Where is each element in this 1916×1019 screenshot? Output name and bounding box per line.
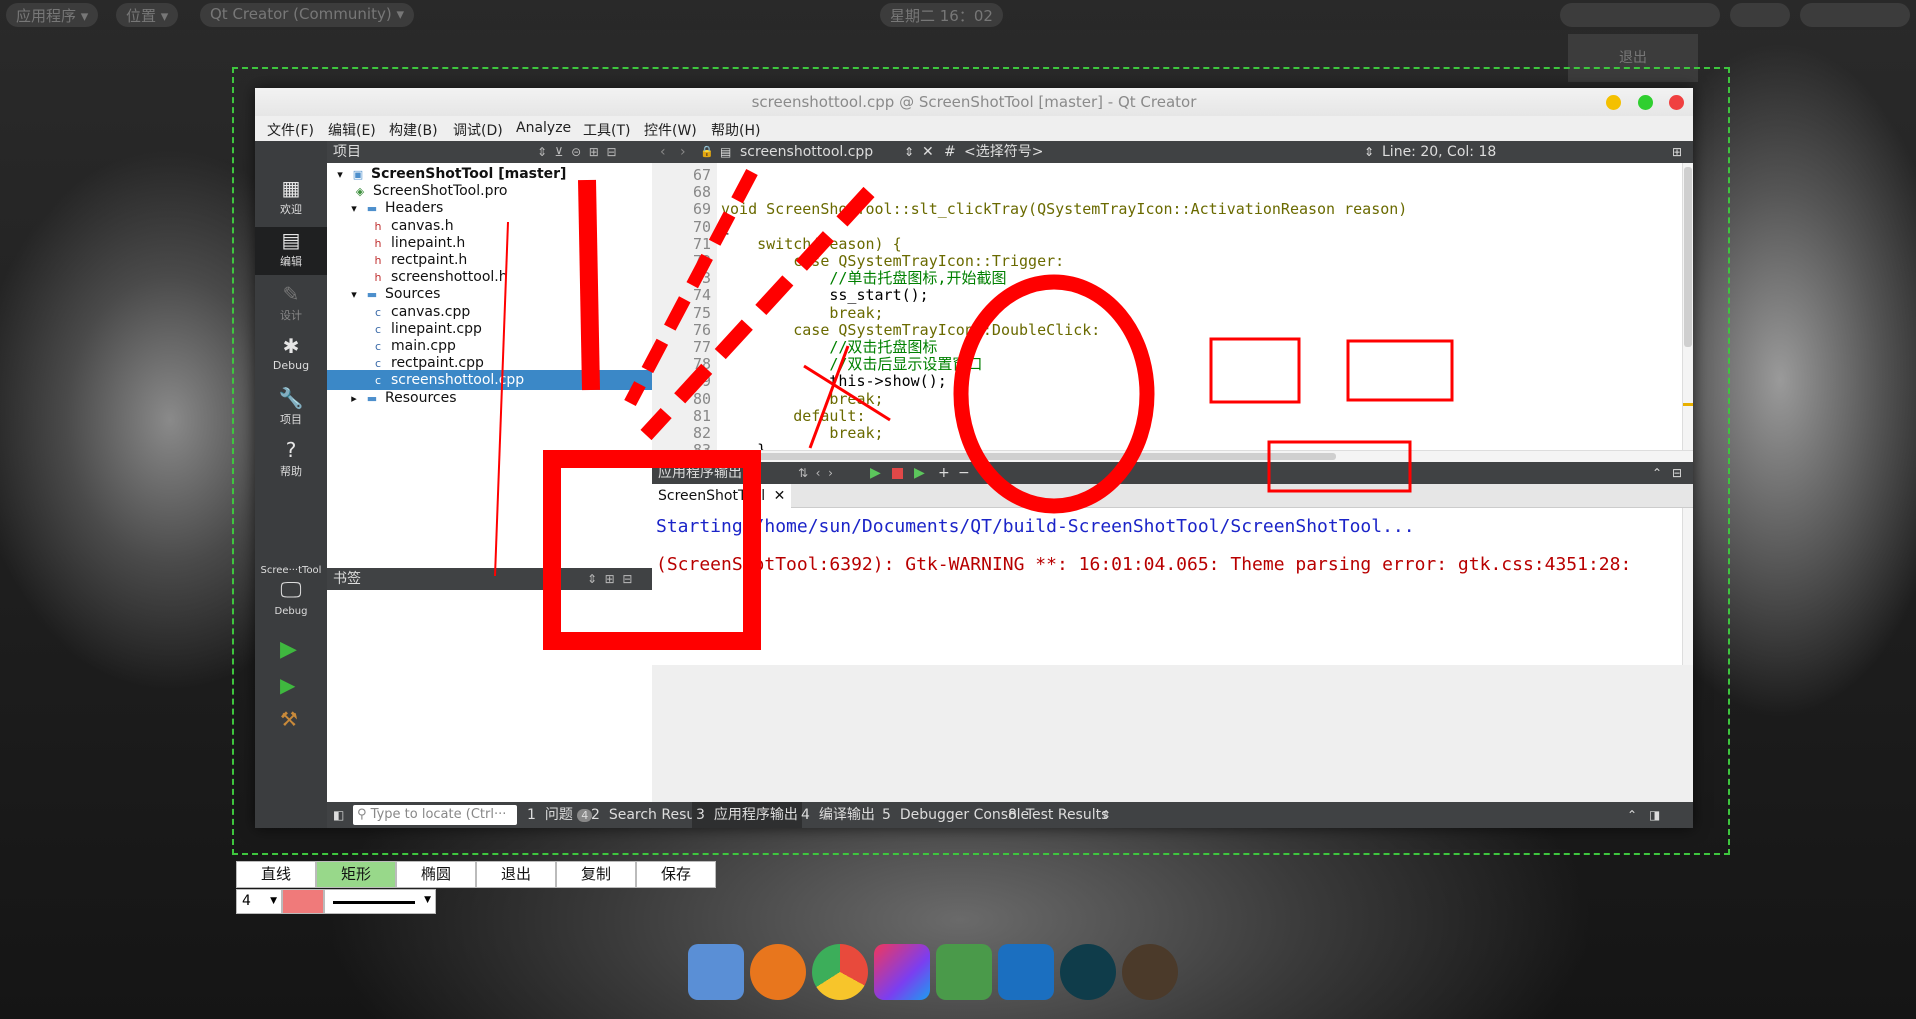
places-menu[interactable]: 位置 ▾ xyxy=(116,3,179,27)
clock[interactable]: 星期二 16：02 xyxy=(880,3,1003,27)
ellipse-tool-button[interactable]: 椭圆 xyxy=(396,861,476,888)
accessibility-icon[interactable] xyxy=(1730,3,1790,27)
active-app-menu[interactable]: Qt Creator (Community) ▾ xyxy=(200,3,414,27)
intellij-icon[interactable] xyxy=(874,944,930,1000)
vscode-icon[interactable] xyxy=(998,944,1054,1000)
save-button[interactable]: 保存 xyxy=(636,861,716,888)
finder-icon[interactable] xyxy=(688,944,744,1000)
chrome-icon[interactable] xyxy=(812,944,868,1000)
chevron-down-icon: ▼ xyxy=(270,896,277,906)
line-tool-button[interactable]: 直线 xyxy=(236,861,316,888)
rect-tool-button[interactable]: 矩形 xyxy=(316,861,396,888)
line-style-preview xyxy=(333,901,415,904)
firefox-icon[interactable] xyxy=(750,944,806,1000)
dock xyxy=(682,940,1242,1019)
capture-selection-border[interactable] xyxy=(232,67,1730,855)
exit-button[interactable]: 退出 xyxy=(476,861,556,888)
chevron-down-icon: ▼ xyxy=(424,895,431,905)
line-width-select[interactable]: 4 ▼ xyxy=(236,889,282,914)
tray-icons[interactable] xyxy=(1560,3,1720,27)
line-style-select[interactable]: ▼ xyxy=(324,889,436,914)
system-menu[interactable] xyxy=(1800,3,1910,27)
color-picker[interactable] xyxy=(282,889,324,914)
qt-creator-icon[interactable] xyxy=(936,944,992,1000)
top-panel: 应用程序 ▾ 位置 ▾ Qt Creator (Community) ▾ 星期二… xyxy=(0,0,1916,82)
app-icon[interactable] xyxy=(1122,944,1178,1000)
copy-button[interactable]: 复制 xyxy=(556,861,636,888)
applications-menu[interactable]: 应用程序 ▾ xyxy=(6,3,99,27)
gitkraken-icon[interactable] xyxy=(1060,944,1116,1000)
